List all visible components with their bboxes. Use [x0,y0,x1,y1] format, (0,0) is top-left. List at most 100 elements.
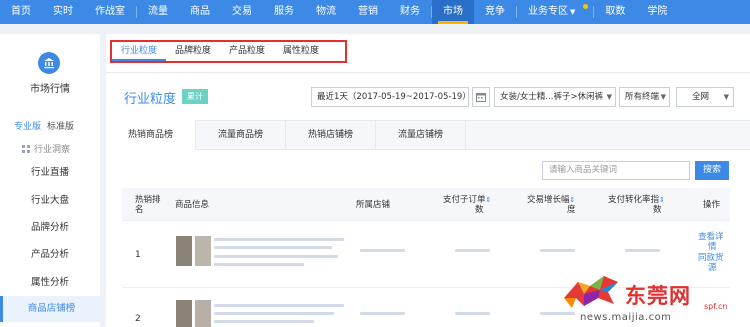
tab-hot-shops[interactable]: 热销店铺榜 [286,120,376,150]
granularity-subtabs: 行业粒度 品牌粒度 产品粒度 属性粒度 [110,40,347,63]
calendar-icon[interactable] [472,87,490,107]
header-paid-line2: 数 [475,205,484,215]
region-value: 全网 [692,92,710,102]
product-thumbnail[interactable] [176,300,192,327]
tab-traffic-shops[interactable]: 流量店铺榜 [376,120,466,150]
top-nav: 首页 实时 作战室 流量 商品 交易 服务 物流 营销 财务 市场 竞争 业务专… [0,0,750,24]
nav-war-room[interactable]: 作战室 [84,0,136,24]
header-paid-suborders[interactable]: 支付子订单⇕ 数 [443,195,491,215]
header-conv-line1: 支付转化率指 [608,195,660,205]
redacted-text [214,312,334,315]
redacted-text [214,246,332,249]
chevron-down-icon: ▼ [606,93,612,101]
header-shop: 所属店铺 [356,200,391,210]
nav-home[interactable]: 首页 [0,0,42,24]
sort-icon: ⇕ [659,196,665,204]
header-growth-line2: 度 [567,205,576,215]
nav-market[interactable]: 市场 [432,0,474,24]
sidebar-item-product-shop-ranking[interactable]: 商品店铺榜 [0,296,100,322]
redacted-text [455,312,490,315]
sort-icon: ⇕ [485,196,492,204]
nav-traffic[interactable]: 流量 [137,0,179,24]
sort-icon: ⇕ [569,196,576,204]
nav-product[interactable]: 商品 [179,0,221,24]
redacted-text [360,312,405,315]
header-trade-growth[interactable]: 交易增长幅⇕ 度 [527,195,576,215]
tab-standard-version[interactable]: 标准版 [47,119,74,132]
terminal-value: 所有终端 [625,92,660,102]
redacted-text [540,249,575,252]
nav-business-zone[interactable]: 业务专区 ▼ [517,0,593,24]
redacted-text [214,238,344,241]
nav-trade[interactable]: 交易 [221,0,263,24]
subtab-industry[interactable]: 行业粒度 [112,42,167,61]
terminal-select[interactable]: 所有终端 ▼ [619,87,670,107]
search-button[interactable]: 搜索 [695,161,729,180]
header-paid-line1: 支付子订单 [443,195,486,205]
nav-marketing[interactable]: 营销 [347,0,389,24]
bank-icon [38,52,60,74]
same-source-link[interactable]: 同款货 源 [698,253,724,273]
product-thumbnail[interactable] [195,236,211,266]
op-line: 同款货 [698,253,724,263]
category-select[interactable]: 女装/女士精...裤子>休闲裤 ▼ [494,87,616,107]
tab-pro-version[interactable]: 专业版 [14,119,41,132]
chevron-down-icon: ▼ [723,93,729,101]
watermark-site: spf.cn [704,302,728,311]
sidebar-group-header[interactable]: 行业洞察 [22,142,70,155]
sidebar-item-attribute-analysis[interactable]: 属性分析 [0,270,100,296]
header-conversion-index[interactable]: 支付转化率指⇕ 数 [608,195,665,215]
op-line: 源 [708,263,717,273]
subtab-product[interactable]: 产品粒度 [220,42,274,61]
header-rank-line1: 热销排 [135,195,161,205]
view-details-link[interactable]: 查看详 情 [698,232,724,252]
watermark-logo [560,268,622,312]
op-line: 查看详 [698,232,724,242]
chevron-down-icon: ▼ [570,8,576,16]
chevron-down-icon: ▼ [660,93,666,101]
subtab-attribute[interactable]: 属性粒度 [274,42,328,61]
nav-logistics[interactable]: 物流 [305,0,347,24]
sidebar-item-brand-analysis[interactable]: 品牌分析 [0,215,100,241]
nav-finance[interactable]: 财务 [389,0,431,24]
sidebar-title: 市场行情 [30,84,70,95]
cumulative-badge: 累计 [182,89,208,104]
redacted-text [360,249,405,252]
redacted-text [214,263,304,266]
sidebar-item-industry-live[interactable]: 行业直播 [0,160,100,186]
redacted-text [214,255,338,258]
header-conv-line2: 数 [653,205,662,215]
nav-competition[interactable]: 竞争 [474,0,516,24]
header-rank: 热销排 名 [135,195,161,215]
watermark-brand: 东莞网 [625,283,691,308]
redacted-text [455,249,490,252]
sidebar-item-product-analysis[interactable]: 产品分析 [0,242,100,268]
date-range-select[interactable]: 最近1天（2017-05-19~2017-05-19） [311,87,469,107]
header-product-info: 商品信息 [175,200,210,210]
tab-hot-products[interactable]: 热销商品榜 [106,120,196,150]
rank-cell: 2 [135,314,141,324]
header-growth-line1: 交易增长幅 [527,195,570,205]
sidebar-item-industry-overview[interactable]: 行业大盘 [0,188,100,214]
nav-academy[interactable]: 学院 [636,0,678,24]
divider [106,72,750,73]
product-thumbnail[interactable] [195,300,211,327]
date-range-value: 最近1天（2017-05-19~2017-05-19） [317,92,469,102]
redacted-text [540,312,575,315]
redacted-text [625,249,660,252]
sidebar-version-tabs: 专业版 标准版 [14,119,74,132]
subtab-brand[interactable]: 品牌粒度 [166,42,220,61]
nav-realtime[interactable]: 实时 [42,0,84,24]
watermark-url: news.maijia.com [580,312,672,323]
notification-dot-icon [583,4,589,9]
nav-data-fetch[interactable]: 取数 [594,0,636,24]
region-select[interactable]: 全网 ▼ [676,87,734,107]
redacted-text [214,320,314,323]
sidebar-group-label: 行业洞察 [34,145,71,155]
tab-traffic-products[interactable]: 流量商品榜 [196,120,286,150]
product-search-input[interactable]: 请输入商品关键词 [542,161,690,180]
redacted-text [214,304,344,307]
header-rank-line2: 名 [135,205,144,215]
nav-service[interactable]: 服务 [263,0,305,24]
product-thumbnail[interactable] [176,236,192,266]
